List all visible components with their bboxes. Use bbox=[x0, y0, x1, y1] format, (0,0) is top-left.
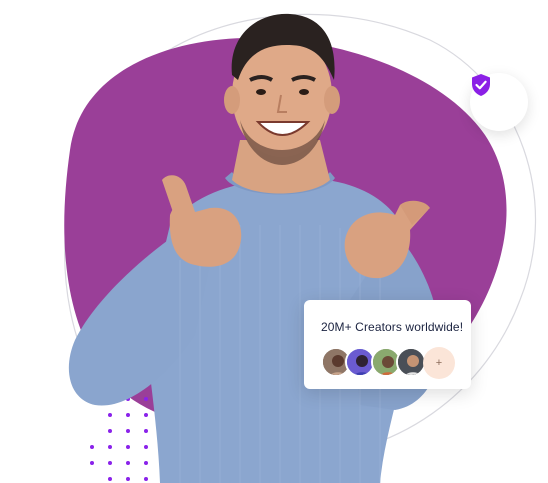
creators-card: 20M+ Creators worldwide! + bbox=[304, 300, 471, 389]
hero-graphic bbox=[64, 13, 537, 483]
creators-title: 20M+ Creators worldwide! bbox=[321, 320, 464, 334]
avatar-row: + bbox=[321, 347, 459, 381]
shield-badge bbox=[470, 73, 528, 131]
shield-check-icon bbox=[472, 74, 490, 96]
more-creators-button[interactable]: + bbox=[423, 347, 455, 379]
avatar-4 bbox=[396, 347, 426, 377]
hero-illustration: 20M+ Creators worldwide! + bbox=[0, 0, 548, 483]
